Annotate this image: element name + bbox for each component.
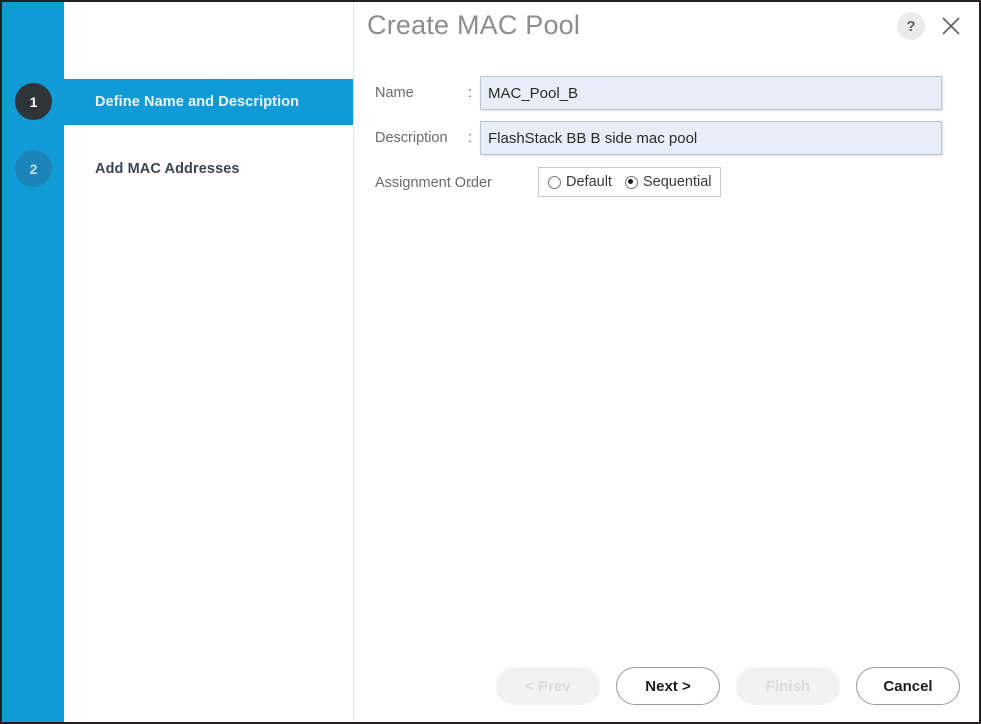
assignment-order-label: Assignment Order [375, 175, 492, 191]
radio-label-default: Default [566, 174, 612, 190]
prev-button[interactable]: < Prev [496, 667, 600, 705]
help-icon[interactable]: ? [897, 12, 925, 40]
next-button[interactable]: Next > [616, 667, 720, 705]
sidebar-item-define-name-and-description[interactable]: Define Name and Description [64, 79, 353, 125]
assignment-order-radio-group: Default Sequential [538, 167, 722, 197]
titlebar-actions: ? [897, 12, 965, 40]
dialog-content: Create MAC Pool ? Name : Description [354, 2, 979, 722]
sidebar-item-add-mac-addresses[interactable]: Add MAC Addresses [64, 146, 353, 192]
dialog-footer: < Prev Next > Finish Cancel [354, 650, 979, 722]
sidebar-item-label: Add MAC Addresses [95, 161, 240, 177]
form-row-name: Name : [354, 76, 979, 114]
radio-label-sequential: Sequential [642, 174, 712, 190]
step-number-badge-2: 2 [15, 150, 52, 187]
name-colon: : [468, 85, 473, 101]
create-mac-pool-dialog: Define Name and Description Add MAC Addr… [0, 0, 981, 724]
assignment-order-colon: : [468, 175, 473, 191]
dialog-titlebar: Create MAC Pool ? [354, 2, 979, 64]
radio-option-default[interactable]: Default [548, 174, 612, 190]
radio-dot-sequential[interactable] [624, 175, 638, 189]
description-label: Description [375, 130, 448, 146]
mac-pool-form: Name : Description : Assignment Order : … [354, 76, 979, 211]
form-row-assignment-order: Assignment Order : Default Sequential [354, 166, 979, 204]
close-icon[interactable] [937, 12, 965, 40]
sidebar-item-label: Define Name and Description [95, 94, 300, 110]
radio-option-sequential[interactable]: Sequential [624, 174, 712, 190]
name-label: Name [375, 85, 414, 101]
name-input[interactable] [480, 76, 942, 110]
page-title: Create MAC Pool [367, 10, 581, 40]
finish-button[interactable]: Finish [736, 667, 840, 705]
wizard-nav-panel: Define Name and Description Add MAC Addr… [64, 2, 354, 722]
radio-dot-default[interactable] [548, 175, 561, 189]
cancel-button[interactable]: Cancel [856, 667, 960, 705]
description-input[interactable] [480, 121, 942, 155]
description-colon: : [468, 130, 473, 146]
step-number-badge-1: 1 [15, 83, 52, 120]
form-row-description: Description : [354, 121, 979, 159]
